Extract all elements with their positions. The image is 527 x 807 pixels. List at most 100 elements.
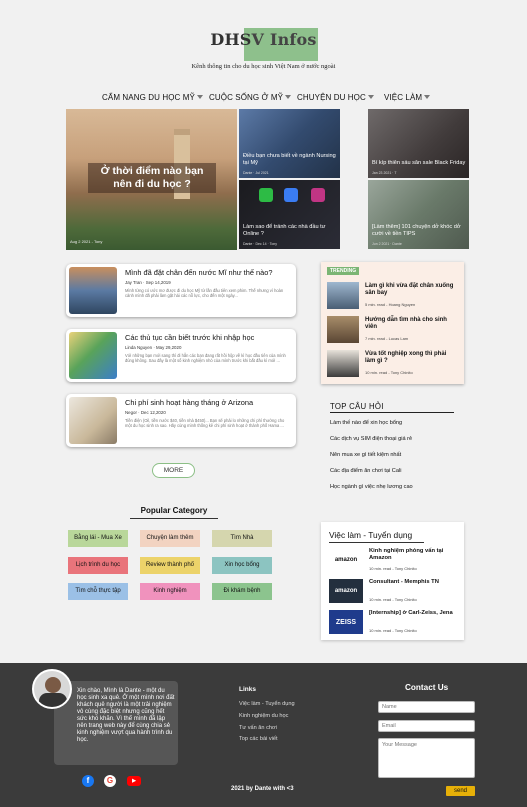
nav-item-chuyen-du-hoc[interactable]: CHUYỆN DU HỌC: [297, 93, 374, 102]
job-title: Consultant - Memphis TN: [369, 579, 439, 585]
trending-panel: TRENDING Làm gì khi vừa đặt chân xuống s…: [321, 262, 464, 384]
tagline: Kênh thông tin cho du học sinh Việt Nam …: [191, 63, 336, 70]
chevron-down-icon: [367, 95, 374, 99]
hero-main-meta: Aug 2 2021 - Tony: [70, 239, 103, 244]
nav-label: CHUYỆN DU HỌC: [297, 93, 366, 102]
article-excerpt: Với những bạn mới sang thì đi hẳn các bạ…: [125, 353, 286, 364]
trending-item[interactable]: Hướng dẫn tìm nhà cho sinh viên 7 min. r…: [327, 316, 457, 344]
hero-post-4[interactable]: [Làm thêm] 101 chuyện dở khóc dở cười về…: [368, 180, 469, 249]
divider: [330, 412, 454, 413]
article-thumbnail: [69, 267, 117, 314]
hero-post-2[interactable]: Bí kíp thiên sáu săn sale Black Friday J…: [368, 109, 469, 178]
nav-label: CẨM NANG DU HỌC MỸ: [102, 93, 195, 102]
hero-post-meta: Dante · Dec 14 · Tony: [243, 242, 277, 246]
contact-title: Contact Us: [405, 683, 449, 692]
job-item[interactable]: ZEISS [Internship] ở Carl-Zeiss, Jena 10…: [329, 610, 459, 636]
instagram-icon: [311, 188, 325, 202]
article-card[interactable]: Các thủ tục cần biết trước khi nhập học …: [66, 329, 296, 382]
category-tag[interactable]: Chuyện làm thêm: [140, 530, 200, 547]
trending-meta: 7 min. read - Lucas Lam: [365, 336, 409, 341]
hero-post-title: [Làm thêm] 101 chuyện dở khóc dở cười về…: [372, 224, 461, 237]
question-link[interactable]: Các dịch vụ SIM điện thoại giá rẻ: [330, 436, 412, 442]
hero-post-3[interactable]: Làm sao để tránh các nhà đầu tư Online ?…: [239, 180, 340, 249]
trending-item[interactable]: Vừa tốt nghiệp xong thì phải làm gì ? 10…: [327, 350, 457, 378]
article-excerpt: Mình từng có ước mơ được đi du học Mỹ từ…: [125, 288, 284, 299]
logo-text: ZEISS: [335, 618, 357, 626]
hero-post-title: Bí kíp thiên sáu săn sale Black Friday: [372, 160, 466, 166]
google-icon[interactable]: G: [104, 775, 116, 787]
nav-item-cuoc-song[interactable]: CUỘC SỐNG Ở MỸ: [209, 93, 292, 102]
trending-meta: 10 min. read - Tony Chinito: [365, 370, 413, 375]
article-title: Mình đã đặt chân đến nước Mĩ như thế nào…: [125, 268, 273, 277]
page: { "header": { "brand_prefix": "DHS", "br…: [0, 0, 527, 807]
message-input[interactable]: [378, 738, 475, 778]
footer-link[interactable]: Việc làm - Tuyển dụng: [239, 701, 295, 707]
more-button[interactable]: MORE: [152, 463, 195, 478]
category-tag[interactable]: Bằng lái - Mua Xe: [68, 530, 128, 547]
jobs-panel: Việc làm - Tuyển dụng amazon Kinh nghiệm…: [321, 522, 464, 640]
trending-item[interactable]: Làm gì khi vừa đặt chân xuống sân bay 5 …: [327, 282, 457, 310]
job-meta: 10 min. read - Tony Chinito: [369, 566, 417, 571]
chevron-down-icon: [424, 95, 431, 99]
category-tag[interactable]: Đi khám bệnh: [212, 583, 272, 600]
trending-title: Hướng dẫn tìm nhà cho sinh viên: [365, 317, 447, 330]
hero-post-meta: Jun 2 2021 · Dante: [372, 242, 402, 246]
email-input[interactable]: [378, 720, 475, 732]
copyright: 2021 by Dante with <3: [231, 786, 294, 792]
hero-post-1[interactable]: Điều bạn chưa biết về ngành Nursing tại …: [239, 109, 340, 178]
category-tag[interactable]: Xin học bổng: [212, 557, 272, 574]
logo-text: amazon: [334, 588, 358, 594]
question-link[interactable]: Học ngành gì việc nhẹ lương cao: [330, 484, 413, 490]
hero-post-meta: Jan 23 2021 · T: [372, 171, 397, 175]
article-card[interactable]: Mình đã đặt chân đến nước Mĩ như thế nào…: [66, 264, 296, 317]
top-questions-title: TOP CÂU HỎI: [330, 402, 384, 411]
amazon-logo: amazon: [329, 579, 363, 603]
category-tag[interactable]: Kinh nghiệm: [140, 583, 200, 600]
facebook-glyph: f: [86, 776, 90, 785]
trending-label: TRENDING: [327, 267, 360, 275]
job-item[interactable]: amazon Kinh nghiệm phỏng vấn tại Amazon …: [329, 548, 459, 574]
trending-thumbnail: [327, 350, 359, 377]
question-link[interactable]: Nên mua xe gì tiết kiệm nhất: [330, 452, 401, 458]
google-glyph: G: [106, 776, 114, 785]
article-meta: Jay Tran · Sep 14,2019: [125, 280, 171, 285]
chevron-down-icon: [285, 95, 292, 99]
trending-meta: 5 min. read - Hoang Nguyen: [365, 302, 416, 307]
bio-text: Xin chào, Mình là Dante - một du học sin…: [77, 688, 175, 743]
chevron-down-icon: [196, 95, 203, 99]
amazon-logo: amazon: [329, 548, 363, 572]
job-item[interactable]: amazon Consultant - Memphis TN 10 min. r…: [329, 579, 459, 605]
links-title: Links: [239, 686, 256, 693]
youtube-icon[interactable]: ▶: [127, 776, 141, 786]
article-meta: Linda Nguyen · May 29,2020: [125, 345, 182, 350]
nav-label: VIỆC LÀM: [384, 93, 423, 102]
category-tag[interactable]: Tìm chỗ thực tập: [68, 583, 128, 600]
brand-rest: V Infos: [251, 30, 317, 49]
send-button[interactable]: send: [446, 786, 475, 796]
trending-title: Làm gì khi vừa đặt chân xuống sân bay: [365, 283, 454, 296]
article-card[interactable]: Chi phí sinh hoạt hàng tháng ở Arizona N…: [66, 394, 296, 447]
article-meta: Negor · Dec 12,2020: [125, 410, 166, 415]
nav-item-viec-lam[interactable]: VIỆC LÀM: [384, 93, 431, 102]
footer-link[interactable]: Kinh nghiệm du học: [239, 713, 288, 719]
question-link[interactable]: Các địa điểm ăn chơi tại Cali: [330, 468, 401, 474]
job-title: [Internship] ở Carl-Zeiss, Jena: [369, 610, 453, 616]
article-title: Chi phí sinh hoạt hàng tháng ở Arizona: [125, 398, 254, 407]
jobs-title: Việc làm - Tuyển dụng: [329, 530, 413, 540]
hero-post-title: Làm sao để tránh các nhà đầu tư Online ?: [243, 224, 326, 237]
zeiss-logo: ZEISS: [329, 610, 363, 634]
name-input[interactable]: [378, 701, 475, 713]
footer-link[interactable]: Tư vấn ăn chơi: [239, 725, 277, 731]
question-link[interactable]: Làm thế nào để xin học bổng: [330, 420, 402, 426]
nav-item-cam-nang[interactable]: CẨM NANG DU HỌC MỸ: [102, 93, 203, 102]
job-meta: 10 min. read - Tony Chinito: [369, 628, 417, 633]
category-tag[interactable]: Review thành phố: [140, 557, 200, 574]
hero-main-post[interactable]: Ở thời điểm nào bạn nên đi du học ? Aug …: [66, 109, 237, 250]
footer-link[interactable]: Top các bài viết: [239, 736, 278, 742]
facebook-icon[interactable]: f: [82, 775, 94, 787]
popular-category-title: Popular Category: [140, 506, 208, 515]
footer: Xin chào, Mình là Dante - một du học sin…: [0, 663, 527, 807]
category-tag[interactable]: Lịch trình du học: [68, 557, 128, 574]
site-logo[interactable]: DHSV Infos: [0, 30, 527, 49]
category-tag[interactable]: Tìm Nhà: [212, 530, 272, 547]
